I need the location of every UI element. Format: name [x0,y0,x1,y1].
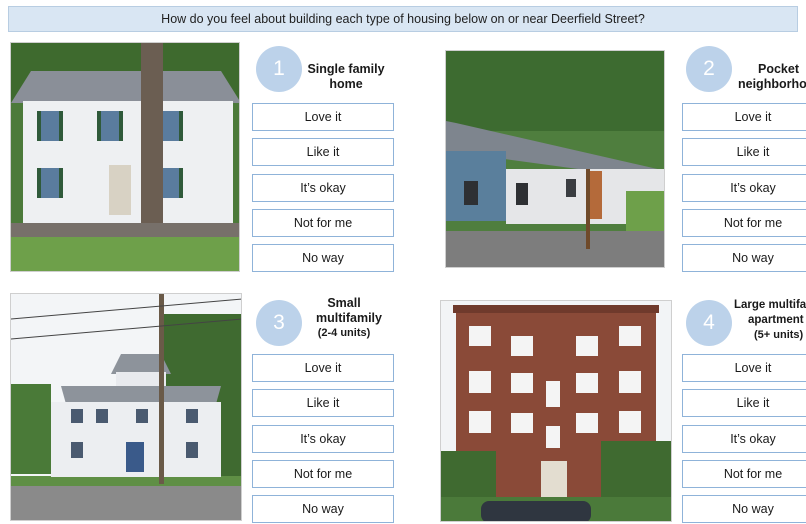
single-family-home-illustration [11,43,239,271]
single-family-home-photo [10,42,240,272]
survey-question-header: How do you feel about building each type… [8,6,798,32]
card-3-title-line-1: Small [327,296,361,310]
card-4-number-badge: 4 [686,300,732,346]
pocket-neighborhood-photo [445,50,665,268]
card-1-number-badge: 1 [256,46,302,92]
card-4-option-like-it[interactable]: Like it [682,389,806,417]
survey-question-text: How do you feel about building each type… [161,12,645,26]
card-2-option-no-way[interactable]: No way [682,244,806,272]
card-2-title-line-1: Pocket [758,62,799,76]
card-1-option-not-for-me[interactable]: Not for me [252,209,394,237]
card-1-title-line-2: home [329,77,363,91]
small-multifamily-photo [10,293,242,521]
card-1-option-its-okay[interactable]: It’s okay [252,174,394,202]
card-2-number-badge: 2 [686,46,732,92]
card-4-option-its-okay[interactable]: It’s okay [682,425,806,453]
card-4-option-no-way[interactable]: No way [682,495,806,523]
card-4-title-line-1: Large multifa [734,299,806,311]
card-4-number: 4 [703,311,715,334]
card-3-number-badge: 3 [256,300,302,346]
card-2-option-like-it[interactable]: Like it [682,138,806,166]
card-1-title: Single family home [306,62,386,92]
card-3-option-its-okay[interactable]: It’s okay [252,425,394,453]
card-3-number: 3 [273,311,285,334]
card-2-title: Pocket neighborho [738,62,806,92]
card-4-option-love-it[interactable]: Love it [682,354,806,382]
card-4-option-not-for-me[interactable]: Not for me [682,460,806,488]
card-2-number: 2 [703,57,715,80]
card-4-title: Large multifa apartment (5+ units) [734,298,806,343]
card-3-option-love-it[interactable]: Love it [252,354,394,382]
large-multifamily-illustration [441,301,671,521]
card-2-title-line-2: neighborho [738,77,806,91]
card-1-number: 1 [273,57,285,80]
card-1-option-like-it[interactable]: Like it [252,138,394,166]
card-4-title-line-3: (5+ units) [754,329,804,341]
card-3-title: Small multifamily (2-4 units) [316,296,382,341]
card-1-option-love-it[interactable]: Love it [252,103,394,131]
card-3-option-like-it[interactable]: Like it [252,389,394,417]
card-2-option-its-okay[interactable]: It’s okay [682,174,806,202]
card-3-title-line-3: (2-4 units) [317,327,371,339]
card-3-option-not-for-me[interactable]: Not for me [252,460,394,488]
card-3-option-no-way[interactable]: No way [252,495,394,523]
card-1-title-line-1: Single family [307,62,385,76]
card-2-option-love-it[interactable]: Love it [682,103,806,131]
pocket-neighborhood-illustration [446,51,664,267]
large-multifamily-photo [440,300,672,522]
card-2-option-not-for-me[interactable]: Not for me [682,209,806,237]
card-1-option-no-way[interactable]: No way [252,244,394,272]
card-3-title-line-2: multifamily [316,311,382,325]
small-multifamily-illustration [11,294,241,520]
card-4-title-line-2: apartment [748,314,804,326]
